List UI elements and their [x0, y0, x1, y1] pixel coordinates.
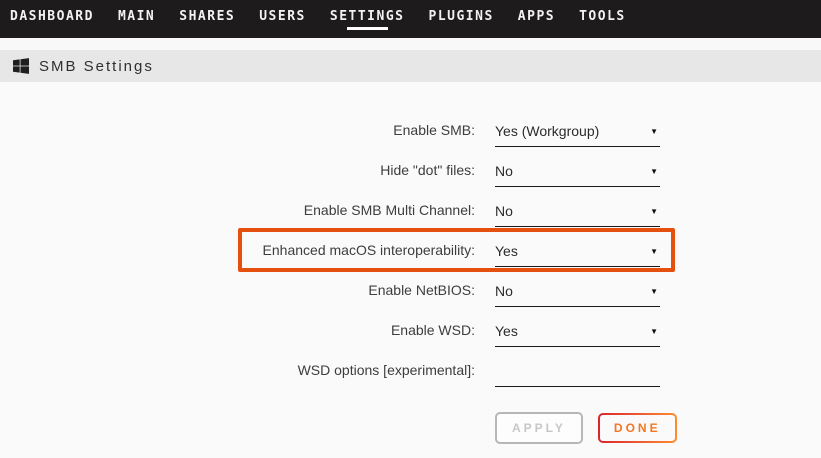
- top-nav: DASHBOARD MAIN SHARES USERS SETTINGS PLU…: [0, 0, 821, 38]
- nav-active-underline: [590, 27, 616, 30]
- nav-item-dashboard[interactable]: DASHBOARD: [10, 9, 106, 30]
- field-label: Enable SMB:: [0, 110, 475, 150]
- dropdown-value: No: [495, 203, 513, 219]
- nav-active-underline: [192, 27, 223, 30]
- nav-item-label: TOOLS: [579, 9, 626, 24]
- nav-active-underline: [29, 27, 75, 30]
- dropdown-value: Yes (Workgroup): [495, 123, 599, 139]
- nav-active-underline: [526, 27, 547, 30]
- nav-item-label: DASHBOARD: [10, 9, 94, 24]
- nav-item-label: SHARES: [179, 9, 235, 24]
- nav-item-apps[interactable]: APPS: [506, 9, 567, 30]
- nav-active-underline: [347, 27, 388, 30]
- enable-smb-dropdown[interactable]: Yes (Workgroup) ▼: [495, 110, 660, 147]
- windows-logo-icon: [13, 58, 29, 74]
- smb-settings-form: Enable SMB: Yes (Workgroup) ▼ Hide "dot"…: [0, 82, 821, 444]
- field-label: Hide "dot" files:: [0, 150, 475, 190]
- chevron-down-icon: ▼: [650, 310, 658, 354]
- nav-item-label: MAIN: [118, 9, 155, 24]
- chevron-down-icon: ▼: [650, 270, 658, 314]
- nav-item-label: PLUGINS: [429, 9, 494, 24]
- form-row-wsd-options: WSD options [experimental]:: [0, 350, 821, 390]
- chevron-down-icon: ▼: [650, 230, 658, 274]
- nav-item-label: SETTINGS: [330, 9, 405, 24]
- form-row-enable-wsd: Enable WSD: Yes ▼: [0, 310, 821, 350]
- nav-item-label: USERS: [259, 9, 306, 24]
- chevron-down-icon: ▼: [650, 190, 658, 234]
- field-label: Enable NetBIOS:: [0, 270, 475, 310]
- nav-header-gap: [0, 38, 821, 50]
- nav-item-plugins[interactable]: PLUGINS: [417, 9, 506, 30]
- form-row-hide-dot-files: Hide "dot" files: No ▼: [0, 150, 821, 190]
- nav-item-main[interactable]: MAIN: [106, 9, 167, 30]
- dropdown-value: Yes: [495, 243, 518, 259]
- nav-item-shares[interactable]: SHARES: [167, 9, 247, 30]
- nav-item-tools[interactable]: TOOLS: [567, 9, 638, 30]
- done-button[interactable]: DONE: [598, 413, 677, 443]
- enhanced-macos-dropdown[interactable]: Yes ▼: [495, 230, 660, 267]
- page-title: SMB Settings: [39, 58, 154, 75]
- chevron-down-icon: ▼: [650, 110, 658, 154]
- apply-button[interactable]: APPLY: [495, 412, 583, 444]
- smb-multi-channel-dropdown[interactable]: No ▼: [495, 190, 660, 227]
- enable-wsd-dropdown[interactable]: Yes ▼: [495, 310, 660, 347]
- nav-active-underline: [270, 27, 296, 30]
- wsd-options-field: [495, 350, 660, 387]
- nav-item-label: APPS: [518, 9, 555, 24]
- dropdown-value: No: [495, 283, 513, 299]
- nav-item-settings[interactable]: SETTINGS: [318, 9, 417, 30]
- dropdown-value: Yes: [495, 323, 518, 339]
- field-label: Enhanced macOS interoperability:: [0, 230, 475, 270]
- form-row-enable-netbios: Enable NetBIOS: No ▼: [0, 270, 821, 310]
- done-button-label: DONE: [600, 415, 675, 441]
- nav-active-underline: [443, 27, 479, 30]
- form-row-enable-smb: Enable SMB: Yes (Workgroup) ▼: [0, 110, 821, 150]
- wsd-options-input[interactable]: [495, 353, 660, 389]
- dropdown-value: No: [495, 163, 513, 179]
- nav-item-users[interactable]: USERS: [247, 9, 318, 30]
- chevron-down-icon: ▼: [650, 150, 658, 194]
- hide-dot-files-dropdown[interactable]: No ▼: [495, 150, 660, 187]
- form-row-enhanced-macos: Enhanced macOS interoperability: Yes ▼: [0, 230, 821, 270]
- field-label: Enable WSD:: [0, 310, 475, 350]
- form-actions: APPLY DONE: [0, 412, 821, 444]
- field-label: WSD options [experimental]:: [0, 350, 475, 390]
- field-label: Enable SMB Multi Channel:: [0, 190, 475, 230]
- form-row-smb-multi-channel: Enable SMB Multi Channel: No ▼: [0, 190, 821, 230]
- nav-active-underline: [126, 27, 147, 30]
- page-header-bar: SMB Settings: [0, 50, 821, 82]
- enable-netbios-dropdown[interactable]: No ▼: [495, 270, 660, 307]
